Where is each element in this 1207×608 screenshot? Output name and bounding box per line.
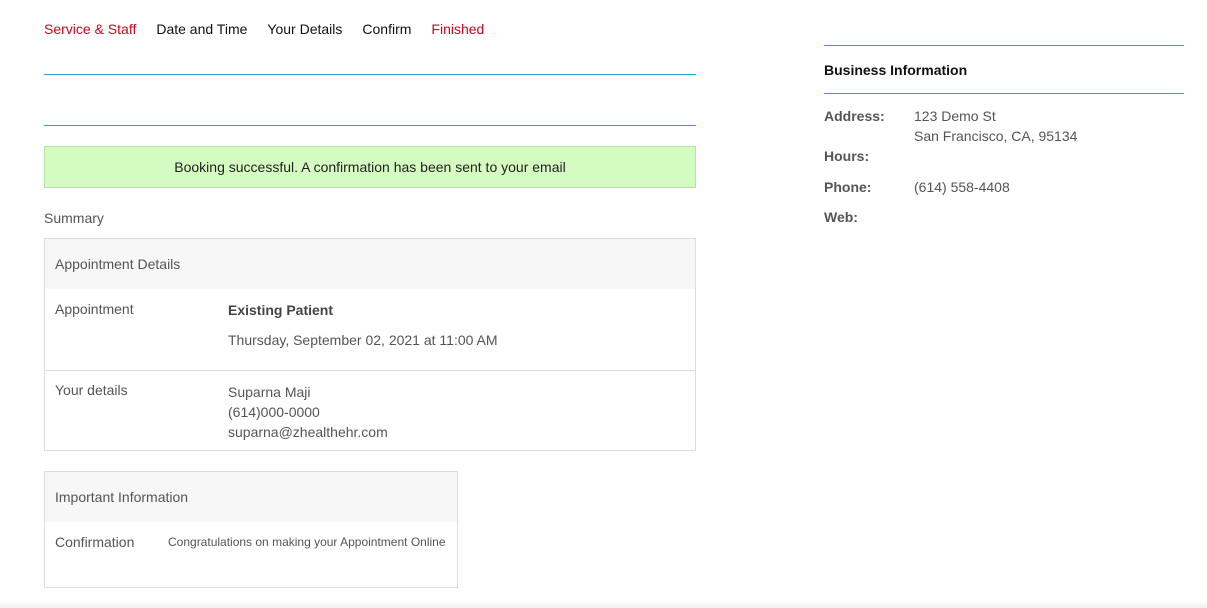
- confirmation-label: Confirmation: [55, 534, 135, 550]
- business-phone-row: Phone: (614) 558-4408: [824, 177, 1184, 197]
- appointment-type: Existing Patient: [228, 302, 334, 318]
- booking-success-alert: Booking successful. A confirmation has b…: [44, 146, 696, 188]
- confirmation-text: Congratulations on making your Appointme…: [168, 535, 446, 549]
- divider-second: [44, 125, 696, 126]
- appointment-details-panel: Appointment Details Appointment Existing…: [44, 238, 696, 451]
- phone-value[interactable]: (614) 558-4408: [914, 177, 1010, 197]
- business-web-row: Web:: [824, 207, 1184, 227]
- step-date-time[interactable]: Date and Time: [156, 21, 247, 37]
- confirmation-row: Confirmation Congratulations on making y…: [45, 522, 457, 551]
- business-address-row: Address: 123 Demo St San Francisco, CA, …: [824, 106, 1184, 146]
- appointment-details-header: Appointment Details: [45, 239, 695, 289]
- alert-message: Booking successful. A confirmation has b…: [174, 159, 566, 175]
- important-information-title: Important Information: [55, 489, 189, 505]
- appointment-details-title: Appointment Details: [55, 256, 181, 272]
- booking-steps: Service & Staff Date and Time Your Detai…: [44, 21, 504, 37]
- step-confirm[interactable]: Confirm: [362, 21, 411, 37]
- patient-phone: (614)000-0000: [228, 404, 320, 420]
- your-details-value: Suparna Maji (614)000-0000 suparna@zheal…: [228, 382, 685, 450]
- patient-email: suparna@zhealthehr.com: [228, 424, 388, 440]
- patient-name: Suparna Maji: [228, 384, 311, 400]
- business-info-title: Business Information: [824, 62, 968, 78]
- business-hours-row: Hours:: [824, 146, 1184, 166]
- appointment-value: Existing Patient Thursday, September 02,…: [228, 301, 685, 370]
- important-information-panel: Important Information Confirmation Congr…: [44, 471, 458, 588]
- address-line1: 123 Demo St: [914, 108, 996, 124]
- business-divider-bottom: [824, 93, 1184, 94]
- summary-heading: Summary: [44, 210, 104, 226]
- business-information: Business Information Address: 123 Demo S…: [824, 45, 1184, 238]
- divider-top: [44, 74, 696, 75]
- step-service-staff[interactable]: Service & Staff: [44, 21, 136, 37]
- address-label: Address:: [824, 108, 885, 124]
- address-value: 123 Demo St San Francisco, CA, 95134: [914, 106, 1077, 146]
- appointment-row: Appointment Existing Patient Thursday, S…: [45, 289, 695, 370]
- web-label: Web:: [824, 209, 858, 225]
- hours-label: Hours:: [824, 148, 870, 164]
- step-your-details[interactable]: Your Details: [267, 21, 342, 37]
- bottom-edge-shadow: [0, 600, 1207, 608]
- step-finished[interactable]: Finished: [431, 21, 484, 37]
- your-details-row: Your details Suparna Maji (614)000-0000 …: [45, 370, 695, 450]
- phone-label: Phone:: [824, 179, 872, 195]
- appointment-datetime: Thursday, September 02, 2021 at 11:00 AM: [228, 332, 498, 348]
- business-details: Address: 123 Demo St San Francisco, CA, …: [824, 94, 1184, 227]
- important-information-header: Important Information: [45, 472, 457, 522]
- appointment-label: Appointment: [55, 301, 134, 317]
- address-line2: San Francisco, CA, 95134: [914, 128, 1078, 144]
- your-details-label: Your details: [55, 382, 128, 398]
